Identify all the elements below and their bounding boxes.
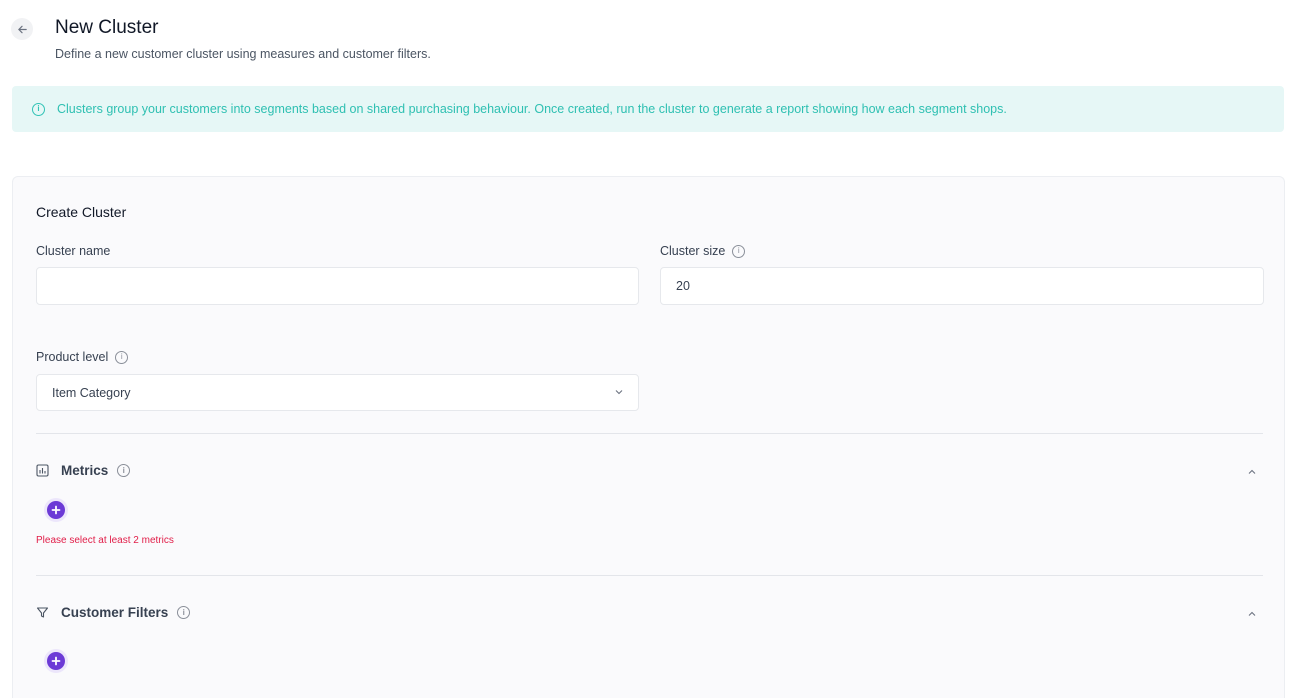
page-subtitle: Define a new customer cluster using meas… bbox=[55, 47, 431, 61]
page-title: New Cluster bbox=[55, 17, 159, 38]
card-title: Create Cluster bbox=[36, 204, 127, 220]
back-button[interactable] bbox=[11, 18, 33, 40]
cluster-size-input[interactable]: 20 bbox=[660, 267, 1264, 305]
bar-chart-icon bbox=[36, 464, 49, 477]
section-divider bbox=[36, 575, 1263, 576]
cluster-name-input[interactable] bbox=[36, 267, 639, 305]
metrics-error-message: Please select at least 2 metrics bbox=[36, 535, 174, 546]
plus-icon bbox=[51, 505, 61, 515]
product-level-label: Product level i bbox=[36, 350, 129, 364]
info-banner: i Clusters group your customers into seg… bbox=[12, 86, 1284, 132]
plus-icon bbox=[51, 656, 61, 666]
info-icon[interactable]: i bbox=[117, 464, 131, 477]
filter-icon bbox=[36, 606, 49, 619]
add-customer-filter-button[interactable] bbox=[47, 652, 65, 670]
product-level-select[interactable]: Item Category bbox=[36, 374, 639, 411]
add-metric-button[interactable] bbox=[47, 501, 65, 519]
info-icon[interactable]: i bbox=[115, 350, 129, 364]
product-level-label-text: Product level bbox=[36, 350, 109, 364]
arrow-left-icon bbox=[17, 25, 27, 33]
section-divider bbox=[36, 433, 1263, 434]
cluster-name-label: Cluster name bbox=[36, 244, 110, 258]
customer-filters-label: Customer Filters bbox=[61, 605, 169, 620]
info-icon: i bbox=[32, 102, 45, 116]
info-icon[interactable]: i bbox=[732, 244, 746, 258]
product-level-selected: Item Category bbox=[52, 385, 131, 400]
cluster-name-label-text: Cluster name bbox=[36, 244, 111, 258]
page-header: New Cluster Define a new customer cluste… bbox=[11, 14, 1291, 64]
chevron-up-icon[interactable] bbox=[1247, 467, 1257, 480]
chevron-down-icon bbox=[614, 387, 624, 400]
banner-text: Clusters group your customers into segme… bbox=[57, 102, 1007, 116]
chevron-up-icon[interactable] bbox=[1247, 609, 1257, 622]
cluster-size-value: 20 bbox=[676, 279, 690, 293]
cluster-size-label-text: Cluster size bbox=[660, 244, 726, 258]
customer-filters-header[interactable]: Customer Filters i bbox=[36, 605, 191, 620]
cluster-size-label: Cluster size i bbox=[660, 244, 746, 258]
info-icon[interactable]: i bbox=[177, 606, 191, 619]
create-cluster-card: Create Cluster Cluster name Cluster size… bbox=[12, 176, 1285, 698]
metrics-header[interactable]: Metrics i bbox=[36, 463, 131, 478]
metrics-label: Metrics bbox=[61, 463, 109, 478]
